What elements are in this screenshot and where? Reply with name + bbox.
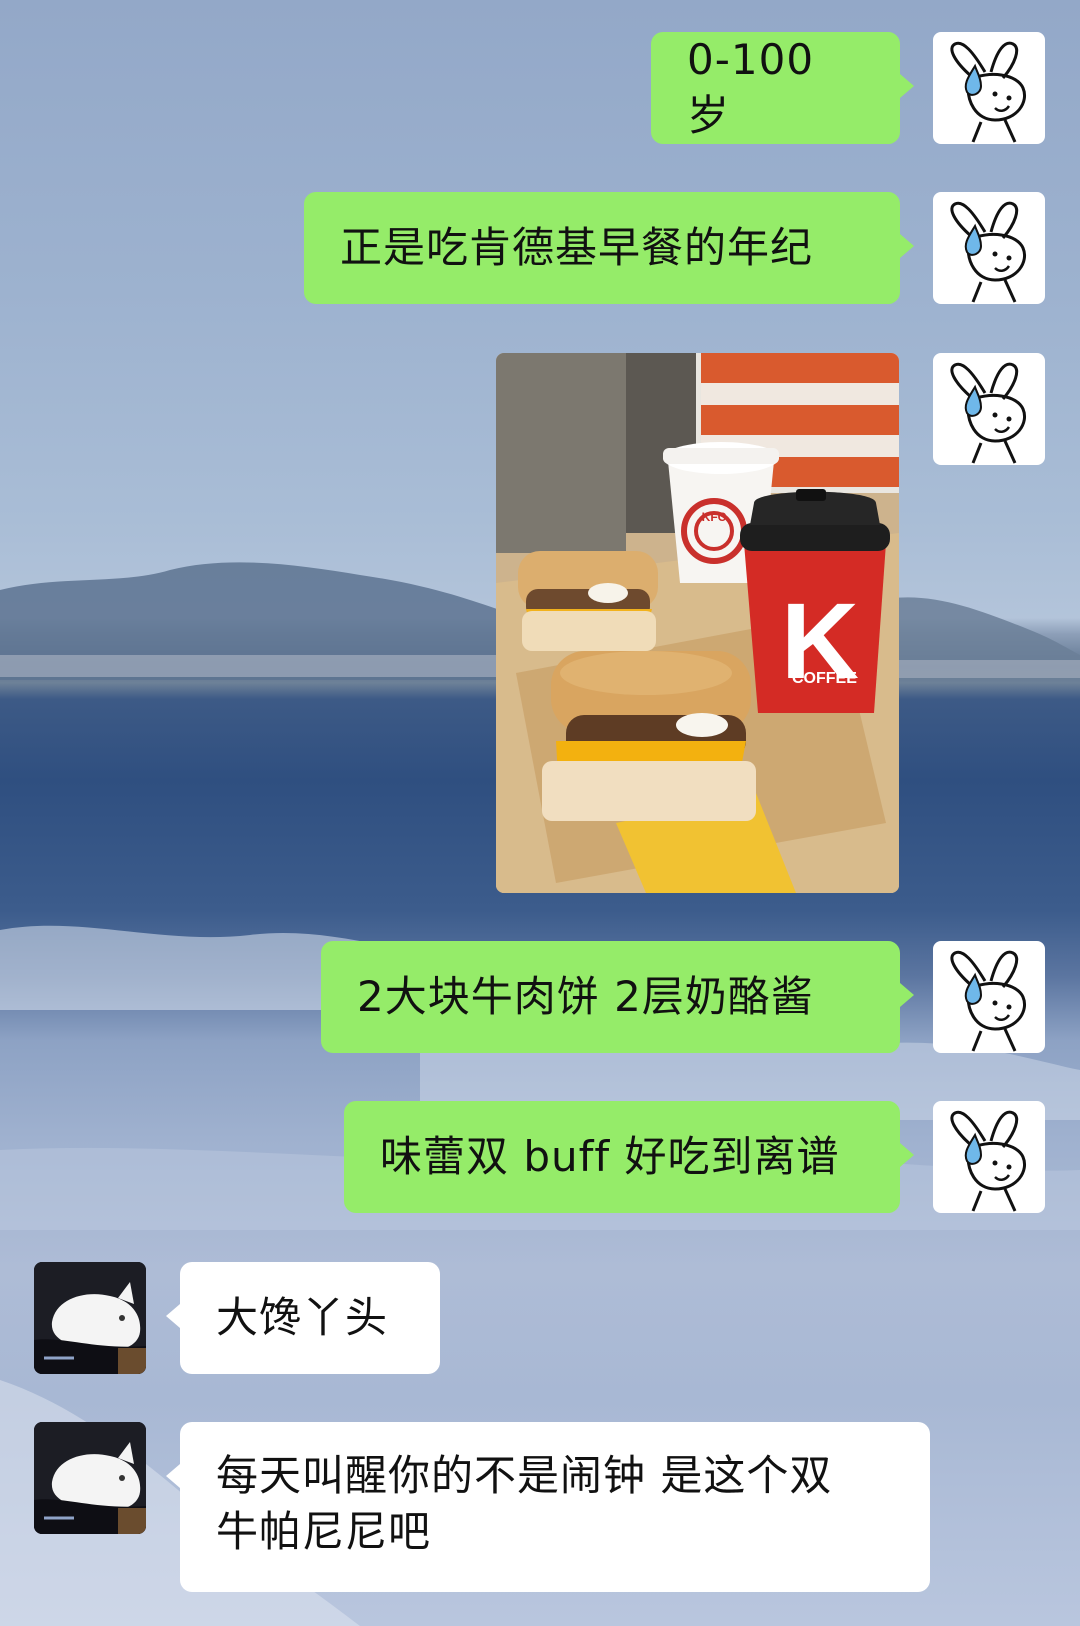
food-photo-image: KFC K COFFEE [496, 353, 899, 893]
message-bubble-received[interactable]: 大馋丫头 [166, 1262, 440, 1374]
message-bubble-received[interactable]: 每天叫醒你的不是闹钟 是这个双 牛帕尼尼吧 [166, 1422, 930, 1592]
message-text-line-1: 每天叫醒你的不是闹钟 是这个双 [216, 1451, 833, 1500]
kfc-breakfast-photo[interactable]: KFC K COFFEE [496, 353, 899, 893]
message-text: 大馋丫头 [216, 1293, 389, 1342]
white-cat-avatar[interactable] [34, 1262, 146, 1374]
bunny-icon [950, 950, 1026, 1052]
bunny-sweat-avatar[interactable] [933, 1101, 1045, 1213]
message-bubble-sent[interactable]: 正是吃肯德基早餐的年纪 [304, 192, 914, 304]
message-text: 0-100 岁 [687, 35, 815, 140]
white-cat-avatar[interactable] [34, 1422, 146, 1534]
bunny-icon [950, 201, 1026, 303]
message-text: 味蕾双 buff 好吃到离谱 [380, 1132, 840, 1181]
bunny-icon [950, 41, 1026, 143]
bunny-sweat-avatar[interactable] [933, 353, 1045, 465]
bunny-sweat-avatar[interactable] [933, 32, 1045, 144]
message-bubble-sent[interactable]: 0-100 岁 [651, 32, 914, 144]
message-text: 2大块牛肉饼 2层奶酪酱 [357, 972, 814, 1021]
bunny-sweat-avatar[interactable] [933, 941, 1045, 1053]
message-bubble-sent[interactable]: 2大块牛肉饼 2层奶酪酱 [321, 941, 914, 1053]
bunny-sweat-avatar[interactable] [933, 192, 1045, 304]
small-cup-brand: KFC [702, 510, 727, 524]
message-text: 正是吃肯德基早餐的年纪 [340, 223, 814, 272]
large-cup-text: COFFEE [792, 670, 857, 687]
message-text-line-2: 牛帕尼尼吧 [216, 1507, 432, 1556]
bunny-icon [950, 362, 1026, 464]
cat-icon [34, 1422, 146, 1534]
message-bubble-sent[interactable]: 味蕾双 buff 好吃到离谱 [344, 1101, 914, 1213]
bunny-icon [950, 1110, 1026, 1212]
cat-icon [34, 1262, 146, 1374]
